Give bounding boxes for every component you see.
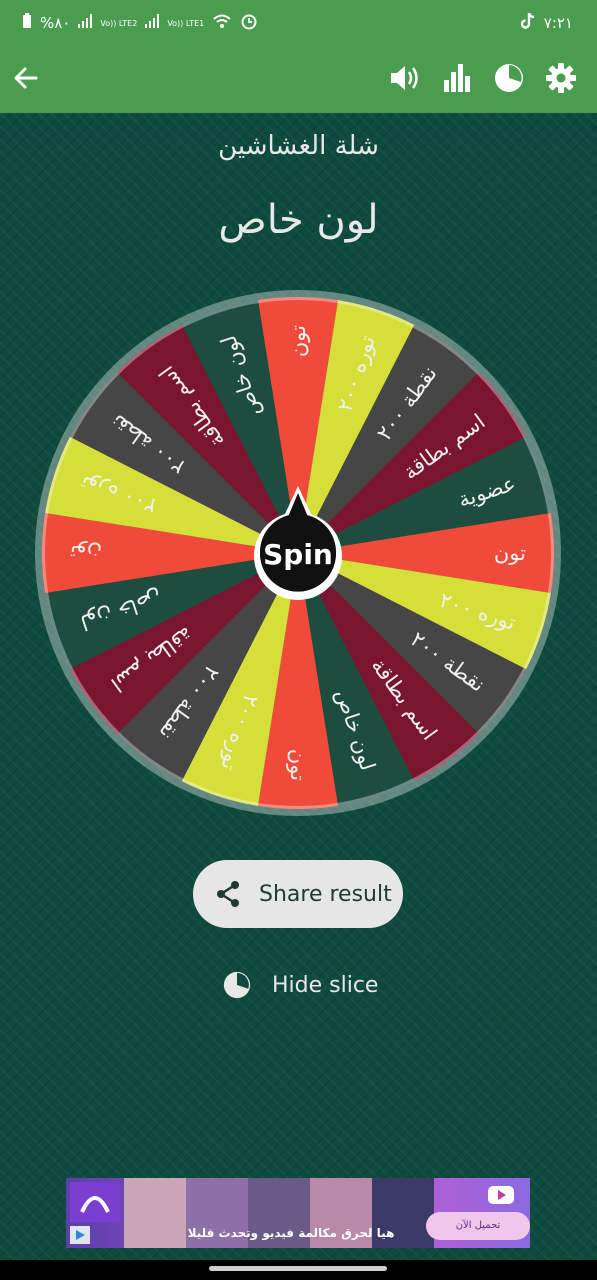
status-left: %٨٠ Vo)) LTE2 Vo)) LTE1 <box>22 12 258 34</box>
back-arrow-icon[interactable] <box>8 60 44 96</box>
status-bar: %٨٠ Vo)) LTE2 Vo)) LTE1 ٧:٢١ <box>0 0 597 44</box>
volume-icon[interactable] <box>388 60 424 96</box>
wifi-icon <box>212 13 232 33</box>
network-label-2: Vo)) LTE1 <box>167 18 205 28</box>
wheel-title: شلة الغشاشين <box>218 131 379 161</box>
alarm-icon <box>240 12 258 34</box>
share-result-button[interactable]: Share result <box>193 860 403 928</box>
share-icon <box>215 880 241 908</box>
pie-chart-icon <box>222 970 252 1000</box>
wheel-slice-label: تون <box>70 541 102 565</box>
hide-slice-button[interactable]: Hide slice <box>222 965 378 1005</box>
wheel-screen: شلة الغشاشين لون خاص تون توره ٢٠٠ نقطة ٢٠٠… <box>0 113 597 1260</box>
system-nav-bar <box>0 1260 597 1280</box>
bar-chart-icon[interactable] <box>439 60 475 96</box>
wheel-slice-label: تون <box>494 541 526 565</box>
battery-icon <box>22 13 32 33</box>
ad-logo-icon <box>70 1182 120 1226</box>
wheel-slice-label: تون <box>286 749 310 781</box>
wheel-graphic[interactable]: تونتوره ٢٠٠نقطة ٢٠٠اسم بطاقةعضويةتونتوره… <box>33 288 563 818</box>
ad-choices-icon[interactable] <box>70 1226 90 1248</box>
signal-icon <box>78 14 93 32</box>
network-label-1: Vo)) LTE2 <box>100 18 138 28</box>
result-text: لون خاص <box>218 197 379 243</box>
ad-caption: هيا لحرق مكالمة فيديو وتحدث قليلا <box>187 1226 395 1240</box>
play-icon <box>486 1184 516 1210</box>
ad-banner[interactable]: هيا لحرق مكالمة فيديو وتحدث قليلا تحميل … <box>66 1178 530 1248</box>
spin-button-label[interactable]: Spin <box>263 538 333 571</box>
share-result-label: Share result <box>259 881 392 907</box>
app-bar <box>0 44 597 113</box>
signal-icon <box>145 14 160 32</box>
status-right: ٧:٢١ <box>520 12 573 34</box>
gear-icon[interactable] <box>543 60 579 96</box>
clock: ٧:٢١ <box>543 14 573 32</box>
tiktok-icon <box>520 12 536 34</box>
battery-level: %٨٠ <box>40 14 71 32</box>
home-indicator[interactable] <box>209 1266 387 1271</box>
pie-chart-icon[interactable] <box>491 60 527 96</box>
hide-slice-label: Hide slice <box>272 972 379 998</box>
ad-cta-button[interactable]: تحميل الآن <box>426 1212 530 1240</box>
wheel-slice-label: تون <box>286 325 310 357</box>
spin-wheel[interactable]: تون توره ٢٠٠ نقطة ٢٠٠ اسم بطاقة عضوية تون توره… <box>33 288 563 818</box>
